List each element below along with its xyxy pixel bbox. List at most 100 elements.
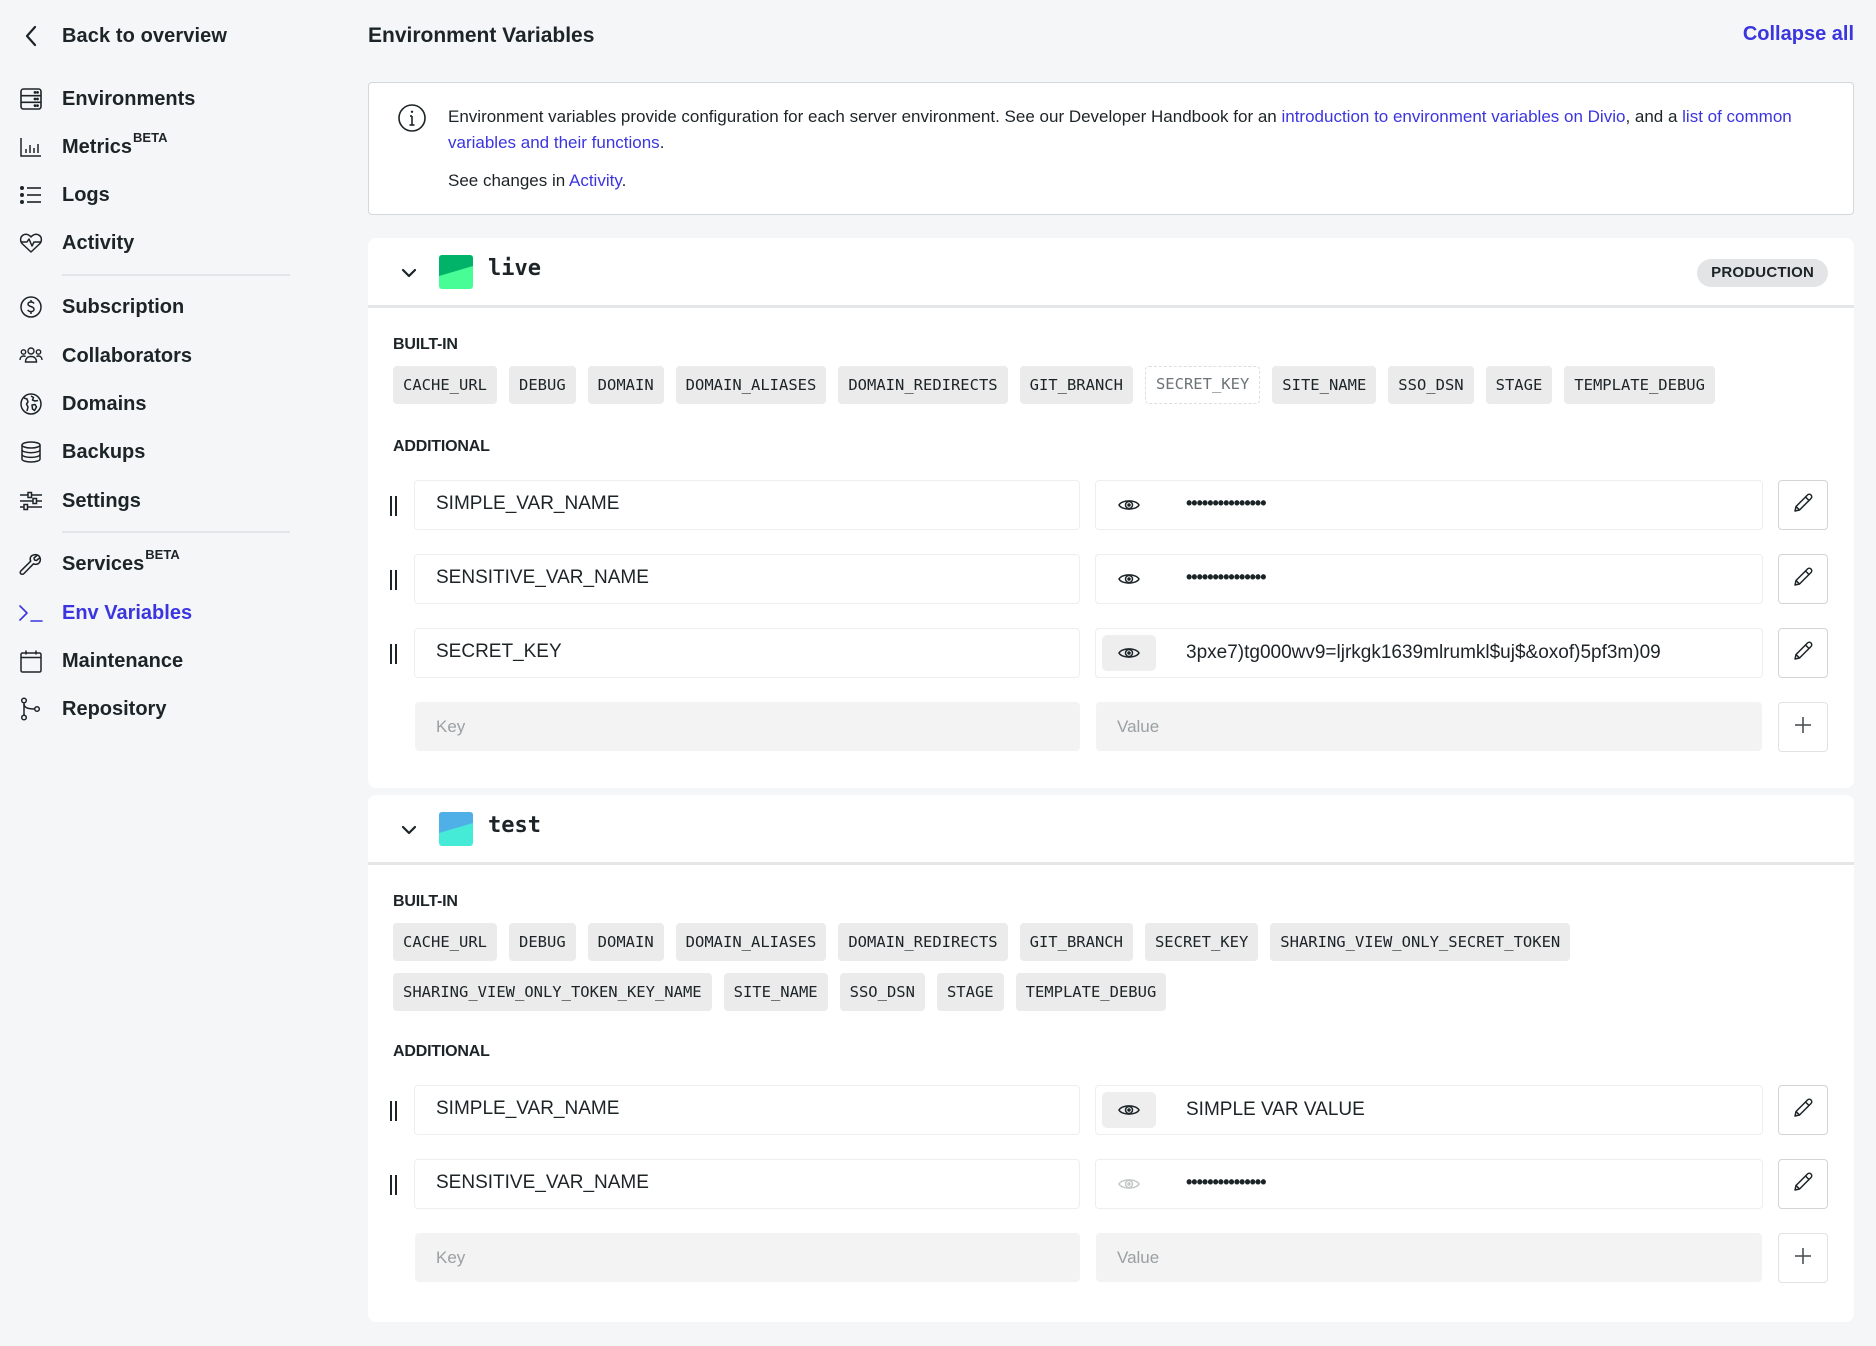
builtin-label: BUILT-IN <box>393 336 458 353</box>
new-value-input[interactable] <box>1096 1233 1762 1282</box>
builtin-chip: SSO_DSN <box>1388 366 1474 404</box>
variable-key[interactable]: SIMPLE_VAR_NAME <box>414 1085 1080 1135</box>
collapse-all-link[interactable]: Collapse all <box>1743 23 1854 46</box>
calendar-icon <box>18 648 44 674</box>
builtin-chip: STAGE <box>936 973 1004 1011</box>
sidebar-item-repository[interactable]: Repository <box>18 692 166 726</box>
sidebar-item-maintenance[interactable]: Maintenance <box>18 644 183 678</box>
builtin-chip: SHARING_VIEW_ONLY_SECRET_TOKEN <box>1270 923 1571 961</box>
drag-handle-icon[interactable] <box>390 1175 398 1195</box>
sidebar-item-env-variables[interactable]: Env Variables <box>18 596 192 630</box>
edit-button[interactable] <box>1778 628 1828 678</box>
services-label: Services <box>62 552 145 575</box>
edit-button[interactable] <box>1778 554 1828 604</box>
info-text-part: See changes in <box>448 171 569 190</box>
variable-value[interactable]: ••••••••••••••• <box>1095 554 1763 604</box>
variable-value-text: ••••••••••••••• <box>1186 1172 1267 1192</box>
variable-value[interactable]: SIMPLE VAR VALUE <box>1095 1085 1763 1135</box>
sidebar-item-label: Environments <box>62 87 196 110</box>
intro-env-vars-link[interactable]: introduction to environment variables on… <box>1281 107 1625 126</box>
sidebar-item-backups[interactable]: Backups <box>18 435 145 469</box>
drag-handle-icon[interactable] <box>390 1101 398 1121</box>
page-title: Environment Variables <box>368 24 595 47</box>
heart-pulse-icon <box>18 230 44 256</box>
variable-value[interactable]: ••••••••••••••• <box>1095 1159 1763 1209</box>
plus-icon <box>1793 1246 1813 1271</box>
sidebar-item-label: Activity <box>62 231 135 254</box>
variable-key[interactable]: SENSITIVE_VAR_NAME <box>414 554 1080 604</box>
eye-icon[interactable] <box>1102 561 1156 597</box>
variable-key[interactable]: SECRET_KEY <box>414 628 1080 678</box>
chevron-down-icon[interactable] <box>398 262 420 284</box>
sidebar-item-activity[interactable]: Activity <box>18 226 134 260</box>
builtin-chip: DOMAIN <box>587 923 664 961</box>
new-key-input[interactable] <box>415 702 1080 751</box>
variable-key[interactable]: SENSITIVE_VAR_NAME <box>414 1159 1080 1209</box>
info-text-part: , and a <box>1625 107 1683 126</box>
variable-key[interactable]: SIMPLE_VAR_NAME <box>414 480 1080 530</box>
new-variable-row <box>368 1233 1854 1283</box>
edit-button[interactable] <box>1778 1159 1828 1209</box>
eye-icon-disabled <box>1102 1166 1156 1202</box>
variable-value-text: 3pxe7)tg000wv9=ljrkgk1639mlrumkl$uj$&oxo… <box>1186 642 1661 663</box>
chevron-down-icon[interactable] <box>398 819 420 841</box>
environment-card-test: test BUILT-IN CACHE_URL DEBUG DOMAIN DOM… <box>368 795 1854 1322</box>
new-key-input[interactable] <box>415 1233 1080 1282</box>
sidebar-item-label: Logs <box>62 183 110 206</box>
additional-label: ADDITIONAL <box>393 1043 490 1060</box>
sidebar-item-logs[interactable]: Logs <box>18 178 110 212</box>
list-icon <box>18 182 44 208</box>
sidebar-item-settings[interactable]: Settings <box>18 484 141 518</box>
environment-color-swatch <box>439 812 473 846</box>
drag-handle-icon[interactable] <box>390 496 398 516</box>
pencil-icon <box>1792 492 1814 519</box>
drag-handle-icon[interactable] <box>390 570 398 590</box>
builtin-chip: DOMAIN_REDIRECTS <box>838 923 1008 961</box>
new-variable-row <box>368 702 1854 752</box>
variable-row: SECRET_KEY 3pxe7)tg000wv9=ljrkgk1639mlru… <box>368 628 1854 678</box>
sidebar-divider <box>62 531 290 533</box>
edit-button[interactable] <box>1778 480 1828 530</box>
variable-value[interactable]: ••••••••••••••• <box>1095 480 1763 530</box>
activity-note: See changes in Activity. <box>448 168 626 194</box>
info-text-part: Environment variables provide configurat… <box>448 107 1282 126</box>
environment-header: test <box>368 795 1854 865</box>
new-value-input[interactable] <box>1096 702 1762 751</box>
builtin-chips: CACHE_URL DEBUG DOMAIN DOMAIN_ALIASES DO… <box>393 366 1829 404</box>
builtin-chip-overridden: SECRET_KEY <box>1144 366 1261 404</box>
drag-handle-icon[interactable] <box>390 644 398 664</box>
builtin-label: BUILT-IN <box>393 893 458 910</box>
info-text: Environment variables provide configurat… <box>448 104 1813 156</box>
sidebar-item-environments[interactable]: Environments <box>18 82 195 116</box>
builtin-chip: TEMPLATE_DEBUG <box>1564 366 1715 404</box>
edit-button[interactable] <box>1778 1085 1828 1135</box>
bar-chart-icon <box>18 134 44 160</box>
users-icon <box>18 343 44 369</box>
sidebar-item-label: Maintenance <box>62 649 184 672</box>
sidebar-divider <box>62 274 290 276</box>
variable-row: SIMPLE_VAR_NAME ••••••••••••••• <box>368 480 1854 530</box>
variable-value[interactable]: 3pxe7)tg000wv9=ljrkgk1639mlrumkl$uj$&oxo… <box>1095 628 1763 678</box>
sidebar-item-subscription[interactable]: Subscription <box>18 290 184 324</box>
pencil-icon <box>1792 1097 1814 1124</box>
eye-icon[interactable] <box>1102 635 1156 671</box>
metrics-label: Metrics <box>62 135 133 158</box>
sidebar-item-domains[interactable]: Domains <box>18 387 146 421</box>
back-to-overview-link[interactable]: Back to overview <box>18 20 227 52</box>
add-variable-button[interactable] <box>1778 1233 1828 1283</box>
variable-value-text: ••••••••••••••• <box>1186 493 1267 513</box>
activity-link[interactable]: Activity <box>569 171 622 190</box>
eye-icon[interactable] <box>1102 1092 1156 1128</box>
environment-name: test <box>488 813 541 838</box>
server-stack-icon <box>18 86 44 112</box>
sliders-icon <box>18 488 44 514</box>
add-variable-button[interactable] <box>1778 702 1828 752</box>
eye-icon[interactable] <box>1102 487 1156 523</box>
sidebar-item-services[interactable]: ServicesBETA <box>18 547 180 581</box>
builtin-chip: DEBUG <box>509 366 576 404</box>
sidebar-item-collaborators[interactable]: Collaborators <box>18 339 192 373</box>
sidebar-item-metrics[interactable]: MetricsBETA <box>18 130 167 164</box>
globe-icon <box>18 391 44 417</box>
additional-label: ADDITIONAL <box>393 438 490 455</box>
builtin-chip: GIT_BRANCH <box>1019 923 1133 961</box>
